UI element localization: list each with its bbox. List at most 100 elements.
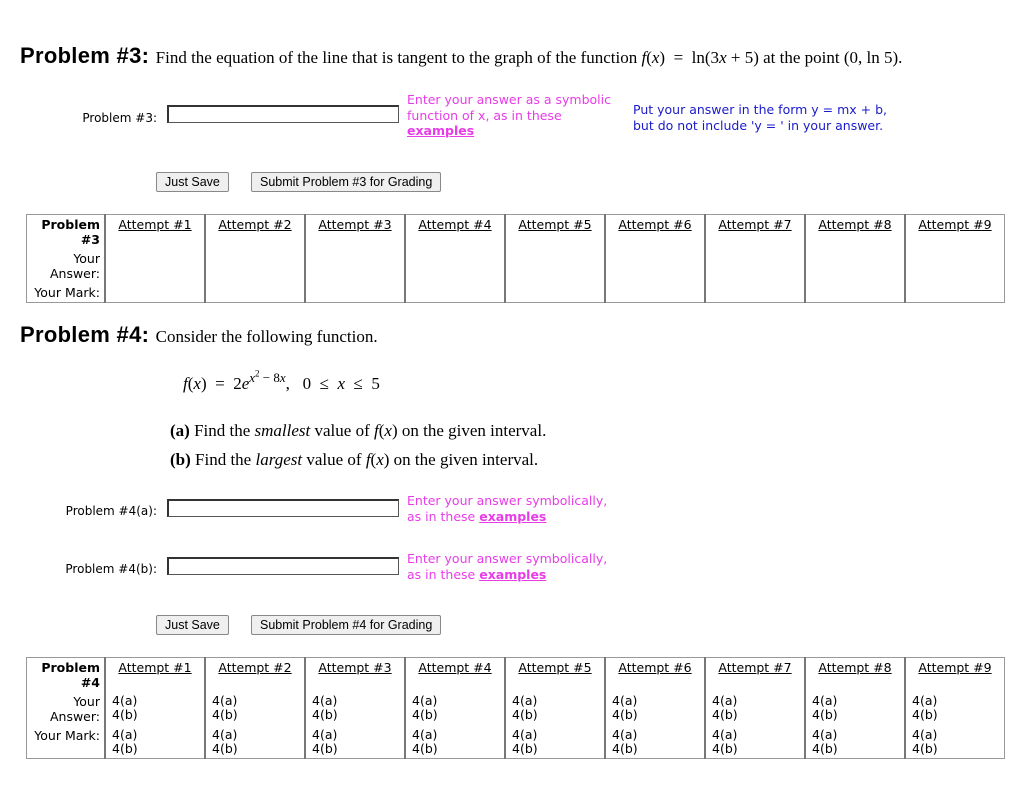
attempt-link[interactable]: Attempt #5 [518,660,591,675]
mark-cell: 4(a) 4(b) [204,726,305,759]
answer-cell: 4(a) 4(b) [304,692,405,726]
attempt-link[interactable]: Attempt #9 [918,660,991,675]
problem-4a-input-label: Problem #4(a): [65,504,157,518]
attempt-link[interactable]: Attempt #1 [118,660,191,675]
attempt-8-header: Attempt #8 [804,214,905,249]
problem-4a-answer-input[interactable] [167,499,399,517]
answer-cell [504,249,605,283]
problem-4-part-b: (b) Find the largest value of f(x) on th… [170,450,539,469]
answer-cell [804,249,905,283]
problem-4b-answer-input[interactable] [167,557,399,575]
just-save-button[interactable]: Just Save [156,615,229,635]
problem-4-statement: Consider the following function. [155,327,378,346]
answer-cell [704,249,805,283]
attempt-link[interactable]: Attempt #5 [518,217,591,232]
attempt-link[interactable]: Attempt #8 [818,660,891,675]
answer-cell [304,249,405,283]
mark-cell [904,283,1005,303]
answer-row: Your Answer: [26,249,1005,283]
answer-cell [104,249,205,283]
attempt-link[interactable]: Attempt #3 [318,660,391,675]
attempt-8-header: Attempt #8 [804,657,905,692]
attempt-1-header: Attempt #1 [104,657,205,692]
mark-cell: 4(a) 4(b) [704,726,805,759]
attempt-7-header: Attempt #7 [704,657,805,692]
examples-link[interactable]: examples [479,567,546,582]
problem-3-answer-input[interactable] [167,105,399,123]
attempt-link[interactable]: Attempt #2 [218,660,291,675]
answer-cell: 4(a) 4(b) [804,692,905,726]
attempt-5-header: Attempt #5 [504,214,605,249]
attempt-link[interactable]: Attempt #4 [418,660,491,675]
attempt-3-header: Attempt #3 [304,214,405,249]
attempt-link[interactable]: Attempt #6 [618,217,691,232]
problem-3-input-label: Problem #3: [82,111,157,125]
answer-row: Your Answer: 4(a) 4(b) 4(a) 4(b) 4(a) 4(b) 4(a)… [26,692,1005,726]
answer-cell [404,249,505,283]
problem-3-statement: Find the equation of the line that is ta… [155,48,903,67]
problem-4-header: Problem #4: Consider the following funct… [20,322,378,348]
mark-row: Your Mark: [26,283,1005,303]
answer-cell: 4(a) 4(b) [404,692,505,726]
mark-cell: 4(a) 4(b) [304,726,405,759]
attempt-link[interactable]: Attempt #4 [418,217,491,232]
answer-cell: 4(a) 4(b) [704,692,805,726]
mark-cell [104,283,205,303]
attempt-link[interactable]: Attempt #2 [218,217,291,232]
mark-cell [404,283,505,303]
answer-cell: 4(a) 4(b) [904,692,1005,726]
problem-4-title: Problem #4: [20,322,150,347]
mark-cell [604,283,705,303]
mark-cell: 4(a) 4(b) [604,726,705,759]
problem-3-header: Problem #3: Find the equation of the lin… [20,43,902,69]
attempt-6-header: Attempt #6 [604,214,705,249]
problem-3-title: Problem #3: [20,43,150,68]
mark-row: Your Mark: 4(a) 4(b) 4(a) 4(b) 4(a) 4(b) 4(a) 4(… [26,726,1005,759]
just-save-button[interactable]: Just Save [156,172,229,192]
attempt-4-header: Attempt #4 [404,214,505,249]
submit-problem-4-button[interactable]: Submit Problem #4 for Grading [251,615,442,635]
attempt-1-header: Attempt #1 [104,214,205,249]
attempt-link[interactable]: Attempt #7 [718,660,791,675]
attempt-link[interactable]: Attempt #9 [918,217,991,232]
attempt-link[interactable]: Attempt #8 [818,217,891,232]
attempt-link[interactable]: Attempt #3 [318,217,391,232]
attempt-6-header: Attempt #6 [604,657,705,692]
attempt-9-header: Attempt #9 [904,657,1005,692]
problem-4-part-a: (a) Find the smallest value of f(x) on t… [170,421,547,440]
problem-3-attempts-table: Problem #3 Attempt #1 Attempt #2 Attempt #3… [26,214,1005,303]
table-title: Problem #4 [41,660,100,690]
header-row: Problem #3 Attempt #1 Attempt #2 Attempt #3… [26,214,1005,249]
problem-3-form-note: Put your answer in the form y = mx + b, b… [633,102,888,133]
mark-cell [304,283,405,303]
answer-cell: 4(a) 4(b) [504,692,605,726]
attempt-2-header: Attempt #2 [204,657,305,692]
answer-cell [204,249,305,283]
answer-cell: 4(a) 4(b) [604,692,705,726]
attempt-4-header: Attempt #4 [404,657,505,692]
problem-4b-input-label: Problem #4(b): [65,562,157,576]
examples-link[interactable]: examples [479,509,546,524]
examples-link[interactable]: examples [407,123,474,138]
attempt-link[interactable]: Attempt #1 [118,217,191,232]
attempt-link[interactable]: Attempt #7 [718,217,791,232]
answer-cell [904,249,1005,283]
attempt-link[interactable]: Attempt #6 [618,660,691,675]
problem-4a-hint: Enter your answer symbolically, as in the… [407,493,608,524]
mark-cell: 4(a) 4(b) [504,726,605,759]
answer-cell: 4(a) 4(b) [204,692,305,726]
mark-cell [704,283,805,303]
attempt-2-header: Attempt #2 [204,214,305,249]
mark-cell [204,283,305,303]
table-title: Problem #3 [41,217,100,247]
mark-cell [504,283,605,303]
mark-cell [804,283,905,303]
mark-cell: 4(a) 4(b) [804,726,905,759]
answer-cell: 4(a) 4(b) [104,692,205,726]
answer-cell [604,249,705,283]
submit-problem-3-button[interactable]: Submit Problem #3 for Grading [251,172,442,192]
problem-4b-hint: Enter your answer symbolically, as in the… [407,551,608,582]
mark-cell: 4(a) 4(b) [904,726,1005,759]
attempt-5-header: Attempt #5 [504,657,605,692]
mark-cell: 4(a) 4(b) [104,726,205,759]
